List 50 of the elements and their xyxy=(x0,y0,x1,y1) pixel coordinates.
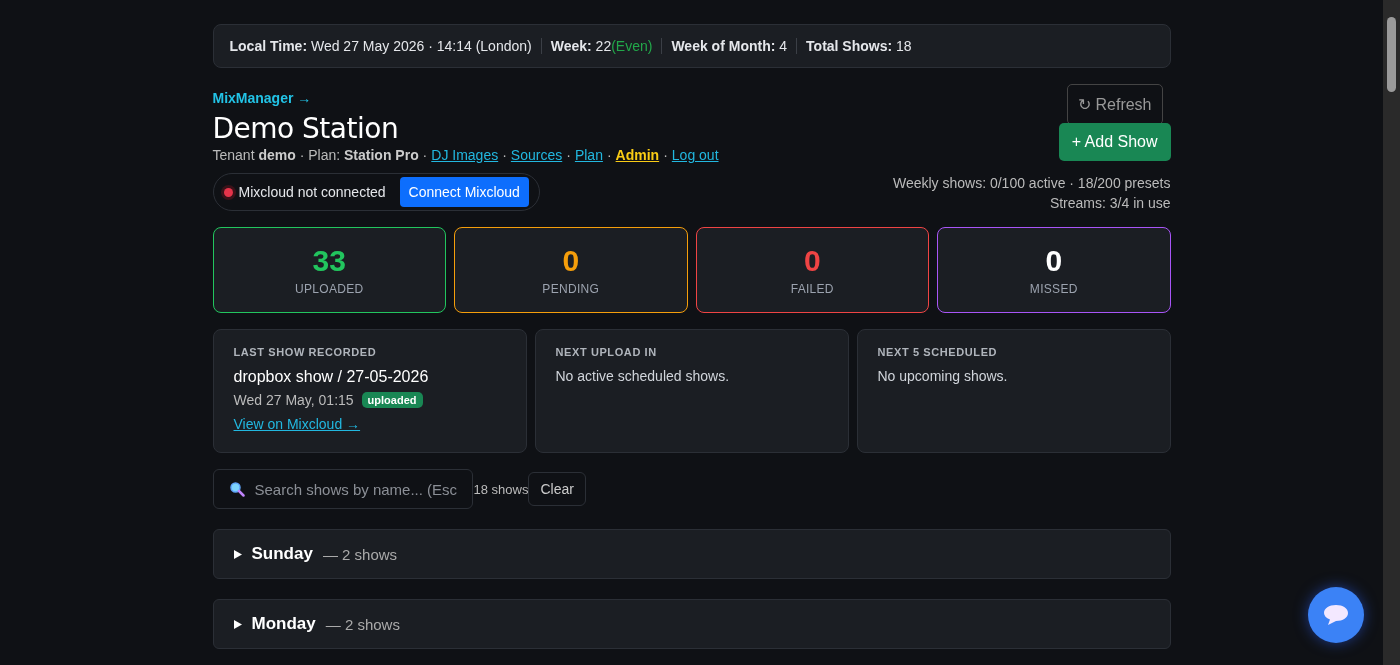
mixcloud-status-text: Mixcloud not connected xyxy=(238,184,386,200)
day-show-count: — 2 shows xyxy=(322,545,398,563)
day-show-count: — 2 shows xyxy=(325,615,400,633)
stat-label: PENDING xyxy=(542,282,600,296)
usage-text: Streams: 3/4 in use xyxy=(1048,194,1171,213)
status-item: Week: 22(Even) xyxy=(550,38,653,54)
status-item: Week of Month: 4 xyxy=(671,38,788,54)
nav-link[interactable]: Admin xyxy=(615,147,660,163)
stat-value: 33 xyxy=(312,244,346,278)
stat-label: UPLOADED xyxy=(295,282,364,296)
empty-message: No upcoming shows. xyxy=(877,368,1009,384)
empty-message: No active scheduled shows. xyxy=(555,368,731,384)
stat-label: FAILED xyxy=(790,282,834,296)
separator-dot: · xyxy=(606,147,612,163)
show-time: Wed 27 May, 01:15 xyxy=(233,392,354,408)
card-heading: NEXT UPLOAD IN xyxy=(555,346,658,358)
nav-link[interactable]: Plan xyxy=(574,147,603,163)
mixcloud-link[interactable]: View on Mixcloud → xyxy=(233,416,361,432)
station-title: Demo Station xyxy=(212,112,400,145)
show-count: 18 shows xyxy=(473,481,529,497)
stat-label: MISSED xyxy=(1029,282,1078,296)
connect-mixcloud-button[interactable]: Connect Mixcloud xyxy=(399,177,529,207)
stat-value: 0 xyxy=(1045,244,1063,278)
separator-dot: · xyxy=(566,147,571,163)
day-name: Monday xyxy=(251,614,316,634)
search-field[interactable]: Search shows by name... (Esc xyxy=(212,469,473,509)
separator-dot: · xyxy=(663,147,668,163)
clear-button[interactable]: Clear xyxy=(528,472,586,506)
chat-button[interactable] xyxy=(1308,587,1364,643)
nav-link[interactable]: Log out xyxy=(671,147,719,163)
day-section[interactable]: Monday — 2 shows xyxy=(212,599,1171,649)
card-heading: NEXT 5 SCHEDULED xyxy=(877,346,999,358)
nav-link[interactable]: Sources xyxy=(510,147,563,163)
scrollbar[interactable] xyxy=(1383,0,1400,665)
stat-value: 0 xyxy=(803,244,821,278)
speech-bubble-icon xyxy=(1322,603,1350,627)
status-badge: uploaded xyxy=(361,392,423,408)
tenant-info: Tenant demo · Plan: Station Pro · xyxy=(212,147,428,163)
show-title: dropbox show / 27-05-2026 xyxy=(233,368,430,386)
add-show-button[interactable]: + Add Show xyxy=(1058,123,1171,161)
day-name: Sunday xyxy=(251,544,313,564)
separator-dot: · xyxy=(502,147,507,163)
usage-text: Weekly shows: 0/100 active · 18/200 presets xyxy=(892,174,1171,193)
status-item: Local Time: Wed 27 May 2026 · 14:14 (London) xyxy=(229,38,532,54)
brand-link[interactable]: MixManager → xyxy=(212,90,312,106)
day-section[interactable]: Sunday — 2 shows xyxy=(212,529,1171,579)
stat-value: 0 xyxy=(562,244,580,278)
status-item: Total Shows: 18 xyxy=(806,38,912,54)
card-heading: LAST SHOW RECORDED xyxy=(233,346,378,358)
nav-link[interactable]: DJ Images xyxy=(431,147,499,163)
